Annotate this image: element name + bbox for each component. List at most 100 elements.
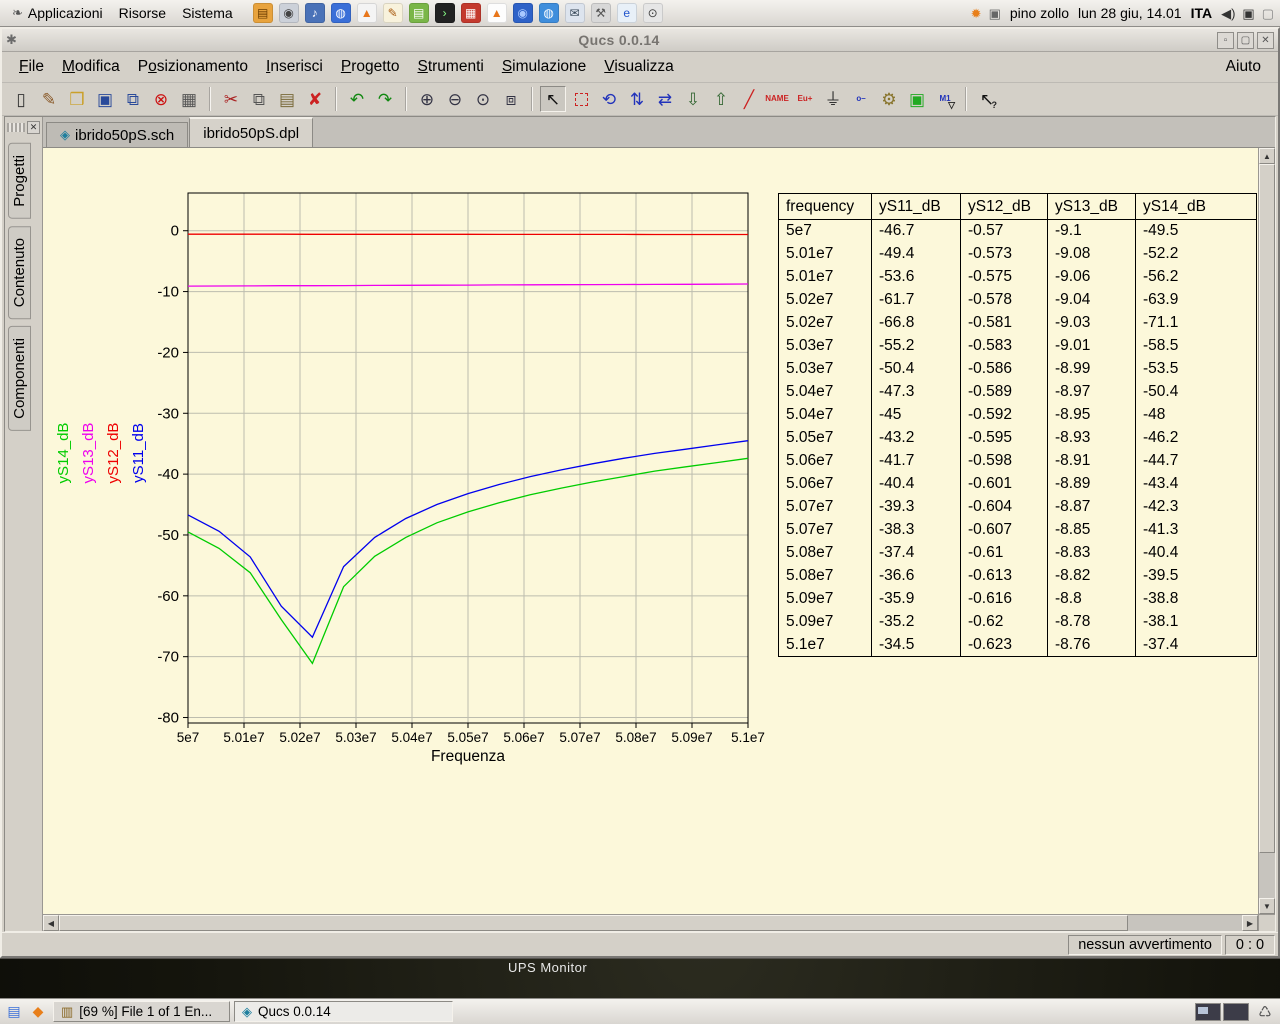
toolbar-separator bbox=[531, 87, 533, 111]
close-button[interactable]: ✕ bbox=[1257, 32, 1274, 49]
screenshot-icon[interactable]: ◉ bbox=[279, 3, 299, 23]
print-document-button[interactable]: ▦ bbox=[176, 86, 202, 112]
insert-wire-label-button[interactable]: NAME bbox=[764, 86, 790, 112]
activate-deactivate-button[interactable] bbox=[568, 86, 594, 112]
copy-button[interactable]: ⧉ bbox=[246, 86, 272, 112]
tabular-display[interactable]: frequencyyS11_dByS12_dByS13_dByS14_dB5e7… bbox=[778, 193, 1257, 657]
data-display-canvas[interactable]: 5e75.01e75.02e75.03e75.04e75.05e75.06e75… bbox=[43, 148, 1258, 914]
new-text-document-button[interactable]: ✎ bbox=[36, 86, 62, 112]
menu-inserisci[interactable]: Inserisci bbox=[257, 54, 332, 80]
workspace-2[interactable] bbox=[1223, 1003, 1249, 1021]
table-cell: -0.57 bbox=[961, 220, 1048, 243]
vertical-scrollbar[interactable]: ▲ ▼ bbox=[1258, 148, 1275, 914]
horizontal-scroll-thumb[interactable] bbox=[59, 915, 1128, 931]
menu-progetto[interactable]: Progetto bbox=[332, 54, 409, 80]
paste-button[interactable]: ▤ bbox=[274, 86, 300, 112]
screen-resolution-icon[interactable]: ▣ bbox=[989, 7, 1001, 20]
media-player-icon[interactable]: ▲ bbox=[487, 3, 507, 23]
media-archive-icon[interactable]: ♪ bbox=[305, 3, 325, 23]
system-menu[interactable]: Sistema bbox=[174, 3, 241, 23]
menu-posizionamento[interactable]: Posizionamento bbox=[129, 54, 257, 80]
open-document-button[interactable]: ❒ bbox=[64, 86, 90, 112]
titlebar[interactable]: ✱ Qucs 0.0.14 ▫▢✕ bbox=[2, 29, 1278, 52]
redo-button[interactable]: ↷ bbox=[372, 86, 398, 112]
insert-marker-button[interactable]: M1▽ bbox=[932, 86, 958, 112]
scroll-down-icon[interactable]: ▼ bbox=[1259, 898, 1275, 914]
maximize-button[interactable]: ▢ bbox=[1237, 32, 1254, 49]
menu-strumenti[interactable]: Strumenti bbox=[408, 54, 492, 80]
text-note-icon[interactable]: ✎ bbox=[383, 3, 403, 23]
zoom-noscale-button[interactable]: ⊙ bbox=[470, 86, 496, 112]
menu-simulazione[interactable]: Simulazione bbox=[493, 54, 595, 80]
rotate-component-button[interactable]: ⟲ bbox=[596, 86, 622, 112]
save-document-button[interactable]: ▣ bbox=[92, 86, 118, 112]
volume-icon[interactable]: ◀) bbox=[1221, 7, 1235, 20]
minimize-button[interactable]: ▫ bbox=[1217, 32, 1234, 49]
update-notifier-icon[interactable]: ✹ bbox=[971, 7, 982, 20]
menu-modifica[interactable]: Modifica bbox=[53, 54, 129, 80]
globe-pointer-icon[interactable]: ◍ bbox=[539, 3, 559, 23]
simulate-button[interactable]: ⚙ bbox=[876, 86, 902, 112]
places-menu[interactable]: Risorse bbox=[111, 3, 174, 23]
cartesian-plot[interactable]: 5e75.01e75.02e75.03e75.04e75.05e75.06e75… bbox=[43, 148, 783, 798]
workspace-switcher[interactable] bbox=[1195, 1003, 1249, 1021]
display-tray-icon[interactable]: ▣ bbox=[1242, 7, 1254, 20]
delete-button[interactable]: ✘ bbox=[302, 86, 328, 112]
workspace-1[interactable] bbox=[1195, 1003, 1221, 1021]
save-all-documents-button[interactable]: ⧉ bbox=[120, 86, 146, 112]
trash-icon[interactable]: ♺ bbox=[1254, 1002, 1276, 1022]
keyboard-layout-indicator[interactable]: ITA bbox=[1191, 5, 1213, 21]
sidebar-tab-contenuto[interactable]: Contenuto bbox=[8, 226, 31, 319]
zoom-fit-button[interactable]: ⧈ bbox=[498, 86, 524, 112]
go-into-subcircuit-button[interactable]: ⇩ bbox=[680, 86, 706, 112]
vertical-scroll-thumb[interactable] bbox=[1259, 164, 1275, 853]
pop-out-subcircuit-button[interactable]: ⇧ bbox=[708, 86, 734, 112]
clock[interactable]: lun 28 giu, 14.01 bbox=[1078, 5, 1182, 21]
notes-tray-icon[interactable]: ▢ bbox=[1262, 7, 1274, 20]
shutdown-icon[interactable]: ⊙ bbox=[643, 3, 663, 23]
menu-file[interactable]: File bbox=[10, 54, 53, 80]
calc-grid-icon[interactable]: ▦ bbox=[461, 3, 481, 23]
zoom-in-button[interactable]: ⊕ bbox=[414, 86, 440, 112]
scroll-left-icon[interactable]: ◀ bbox=[43, 915, 59, 931]
insert-port-button[interactable]: o– bbox=[848, 86, 874, 112]
zoom-out-button[interactable]: ⊖ bbox=[442, 86, 468, 112]
window-selector-icon[interactable]: ▤ bbox=[4, 1002, 24, 1022]
mirror-y-axis-button[interactable]: ⇄ bbox=[652, 86, 678, 112]
menu-help[interactable]: Aiuto bbox=[1217, 54, 1270, 80]
package-update-icon[interactable]: ◆ bbox=[28, 1002, 48, 1022]
view-data-display-button[interactable]: ▣ bbox=[904, 86, 930, 112]
mail-icon[interactable]: ✉ bbox=[565, 3, 585, 23]
insert-wire-button[interactable]: ╱ bbox=[736, 86, 762, 112]
internet-globe-icon[interactable]: ◍ bbox=[331, 3, 351, 23]
spreadsheet-icon[interactable]: ▤ bbox=[409, 3, 429, 23]
cut-button[interactable]: ✂ bbox=[218, 86, 244, 112]
dock-close-icon[interactable]: ✕ bbox=[27, 121, 40, 134]
mirror-x-axis-button[interactable]: ⇅ bbox=[624, 86, 650, 112]
scroll-up-icon[interactable]: ▲ bbox=[1259, 148, 1275, 164]
dock-drag-handle[interactable] bbox=[7, 123, 25, 132]
task-qucs[interactable]: ◈Qucs 0.0.14 bbox=[234, 1001, 453, 1022]
web-browser-icon[interactable]: ◉ bbox=[513, 3, 533, 23]
doc-tab-ibrido50pS.dpl[interactable]: ibrido50pS.dpl bbox=[189, 117, 313, 147]
menu-visualizza[interactable]: Visualizza bbox=[595, 54, 683, 80]
vlc-icon[interactable]: ▲ bbox=[357, 3, 377, 23]
undo-button[interactable]: ↶ bbox=[344, 86, 370, 112]
browser-e-icon[interactable]: e bbox=[617, 3, 637, 23]
applications-menu[interactable]: ❧Applicazioni bbox=[4, 3, 111, 23]
terminal-icon[interactable]: › bbox=[435, 3, 455, 23]
scroll-right-icon[interactable]: ▶ bbox=[1242, 915, 1258, 931]
sidebar-tab-componenti[interactable]: Componenti bbox=[8, 326, 31, 431]
package-manager-icon[interactable]: ▤ bbox=[253, 3, 273, 23]
whats-this-help-button[interactable]: ↖? bbox=[974, 86, 1000, 112]
doc-tab-ibrido50pS.sch[interactable]: ◈ibrido50pS.sch bbox=[46, 122, 188, 147]
tools-icon[interactable]: ⚒ bbox=[591, 3, 611, 23]
task-pdf-viewer[interactable]: ▥[69 %] File 1 of 1 En... bbox=[53, 1001, 230, 1022]
new-document-button[interactable]: ▯ bbox=[8, 86, 34, 112]
insert-equation-button[interactable]: Eu+ bbox=[792, 86, 818, 112]
close-document-button[interactable]: ⊗ bbox=[148, 86, 174, 112]
horizontal-scrollbar[interactable]: ◀ ▶ bbox=[43, 915, 1258, 931]
select-pointer-button[interactable]: ↖ bbox=[540, 86, 566, 112]
insert-ground-button[interactable]: ⏚ bbox=[820, 86, 846, 112]
sidebar-tab-progetti[interactable]: Progetti bbox=[8, 143, 31, 219]
